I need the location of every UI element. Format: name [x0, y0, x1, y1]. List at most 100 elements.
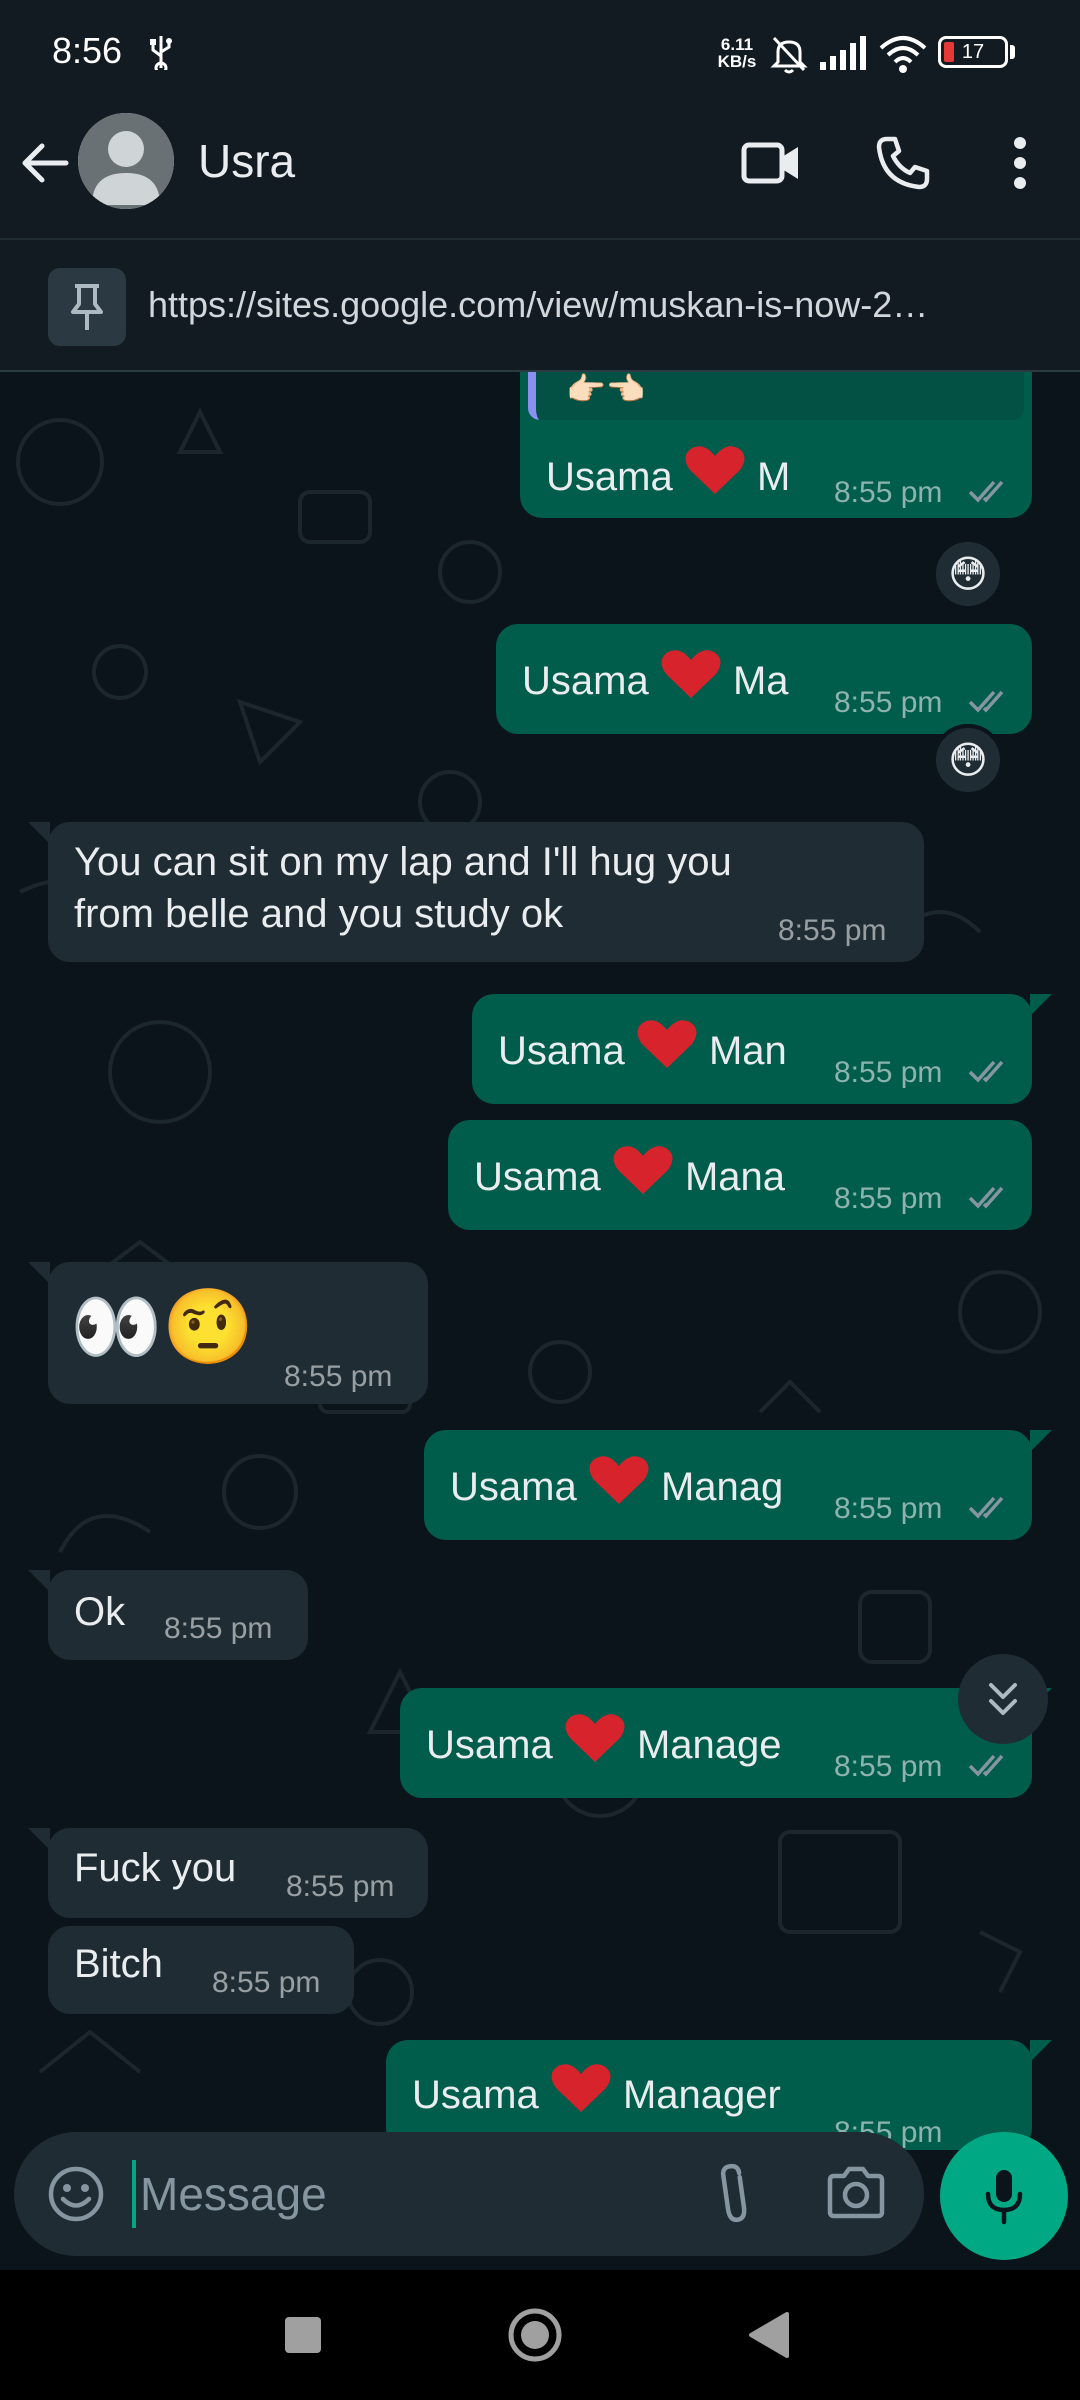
- reaction-badge[interactable]: 😳: [932, 724, 1004, 796]
- message-out-4[interactable]: Usama Mana 8:55 pm: [448, 1120, 1032, 1230]
- contact-name[interactable]: Usra: [198, 134, 295, 188]
- message-text: Usama Manager: [412, 2062, 781, 2118]
- message-text-part: Usama: [412, 2073, 539, 2117]
- back-arrow-icon[interactable]: [18, 136, 72, 190]
- message-in-9[interactable]: Fuck you 8:55 pm: [48, 1828, 428, 1918]
- battery-level: 17: [961, 41, 985, 63]
- message-emoji: 👀🤨: [70, 1285, 255, 1368]
- pinned-link-text[interactable]: https://sites.google.com/view/muskan-is-…: [148, 284, 1038, 326]
- message-in-2[interactable]: You can sit on my lap and I'll hug you f…: [48, 822, 924, 962]
- message-text-part: Manag: [660, 1465, 784, 1509]
- double-tick-icon: [968, 480, 1004, 503]
- message-text: Usama Ma: [522, 648, 789, 704]
- double-tick-icon: [968, 1060, 1004, 1083]
- message-time: 8:55 pm: [834, 686, 943, 719]
- mute-bell-icon: [770, 36, 808, 74]
- message-input[interactable]: [140, 2158, 680, 2230]
- message-out-8[interactable]: Usama Manage 8:55 pm: [400, 1688, 1032, 1798]
- message-time: 8:55 pm: [834, 1056, 943, 1089]
- message-in-5[interactable]: 👀🤨 8:55 pm: [48, 1262, 428, 1404]
- heart-icon: [589, 1456, 649, 1504]
- chat-area[interactable]: 👉🏻👈🏻 Usama M 8:55 pm 😳 Usama Ma 8:55 pm …: [0, 372, 1080, 2270]
- video-call-button[interactable]: [736, 128, 806, 198]
- voice-message-button[interactable]: [940, 2132, 1068, 2260]
- message-text: Usama Man: [498, 1018, 787, 1074]
- avatar[interactable]: [78, 113, 174, 209]
- reaction-badge[interactable]: 😳: [932, 538, 1004, 610]
- message-time: 8:55 pm: [834, 1750, 943, 1783]
- bubble-tail: [1030, 1430, 1052, 1452]
- message-text-part: Man: [708, 1029, 787, 1073]
- bubble-tail: [1030, 2040, 1052, 2062]
- message-text-part: Ma: [732, 659, 789, 703]
- message-line-2: from belle and you study ok: [74, 892, 564, 936]
- camera-icon[interactable]: [826, 2162, 886, 2222]
- message-out-6[interactable]: Usama Manag 8:55 pm: [424, 1430, 1032, 1540]
- status-bar: 8:56 6.11 KB/s 17: [0, 0, 1080, 104]
- message-text: Ok: [74, 1590, 126, 1634]
- usb-icon: [150, 36, 172, 70]
- phone-icon: [876, 136, 930, 190]
- message-text-part: Usama: [450, 1465, 577, 1509]
- message-time: 8:55 pm: [834, 1492, 943, 1525]
- more-vert-icon: [1014, 137, 1026, 189]
- signal-icon: [820, 36, 866, 70]
- pinned-message-bar[interactable]: https://sites.google.com/view/muskan-is-…: [0, 238, 1080, 372]
- pin-badge: [48, 268, 126, 346]
- message-text-part: Usama: [426, 1723, 553, 1767]
- battery-tip: [1010, 45, 1015, 59]
- quoted-message[interactable]: 👉🏻👈🏻: [528, 372, 1024, 420]
- heart-icon: [685, 446, 745, 494]
- bubble-tail: [1030, 994, 1052, 1016]
- message-text-part: Usama: [498, 1029, 625, 1073]
- more-options-button[interactable]: [985, 128, 1055, 198]
- nav-home-button[interactable]: [500, 2300, 570, 2370]
- message-text-part: Mana: [684, 1155, 786, 1199]
- attach-icon[interactable]: [712, 2162, 756, 2226]
- nav-back-button[interactable]: [734, 2300, 804, 2370]
- message-time: 8:55 pm: [164, 1612, 273, 1645]
- message-time: 8:55 pm: [284, 1360, 393, 1393]
- text-caret: [132, 2160, 136, 2228]
- message-text-part: Usama: [522, 659, 649, 703]
- quoted-emoji: 👉🏻👈🏻: [566, 372, 646, 407]
- message-time: 8:55 pm: [834, 1182, 943, 1215]
- message-in-10[interactable]: Bitch 8:55 pm: [48, 1926, 354, 2014]
- message-in-7[interactable]: Ok 8:55 pm: [48, 1570, 308, 1660]
- home-icon: [508, 2308, 562, 2362]
- message-text: Usama Manage: [426, 1712, 782, 1768]
- voice-call-button[interactable]: [868, 128, 938, 198]
- message-time: 8:55 pm: [834, 476, 943, 509]
- message-text-part: Manage: [636, 1723, 782, 1767]
- message-text: Usama Manag: [450, 1454, 783, 1510]
- message-out-0[interactable]: 👉🏻👈🏻 Usama M 8:55 pm: [520, 372, 1032, 518]
- message-text: Usama M: [546, 444, 790, 500]
- scroll-down-icon: [989, 1683, 1017, 1715]
- heart-icon: [637, 1020, 697, 1068]
- heart-icon: [565, 1714, 625, 1762]
- nav-back-icon: [749, 2312, 789, 2358]
- pin-icon: [71, 284, 103, 330]
- video-call-icon: [741, 142, 798, 184]
- emoji-icon[interactable]: [46, 2164, 106, 2224]
- message-time: 8:55 pm: [778, 914, 887, 947]
- bubble-tail: [28, 822, 50, 844]
- nav-recents-button[interactable]: [268, 2300, 338, 2370]
- message-out-1[interactable]: Usama Ma 8:55 pm: [496, 624, 1032, 734]
- chat-header: Usra: [0, 104, 1080, 238]
- double-tick-icon: [968, 690, 1004, 713]
- message-text: Bitch: [74, 1942, 163, 1986]
- message-composer: [14, 2132, 924, 2256]
- heart-icon: [661, 650, 721, 698]
- double-tick-icon: [968, 1754, 1004, 1777]
- system-nav-bar: [0, 2270, 1080, 2400]
- message-text-part: M: [756, 455, 791, 499]
- message-out-3[interactable]: Usama Man 8:55 pm: [472, 994, 1032, 1104]
- double-tick-icon: [968, 1186, 1004, 1209]
- net-speed: 6.11 KB/s: [714, 36, 760, 70]
- message-text: Fuck you: [74, 1846, 237, 1890]
- bubble-tail: [28, 1262, 50, 1284]
- scroll-to-bottom-button[interactable]: [958, 1654, 1048, 1744]
- message-text-part: Usama: [546, 455, 673, 499]
- net-speed-unit: KB/s: [717, 52, 757, 71]
